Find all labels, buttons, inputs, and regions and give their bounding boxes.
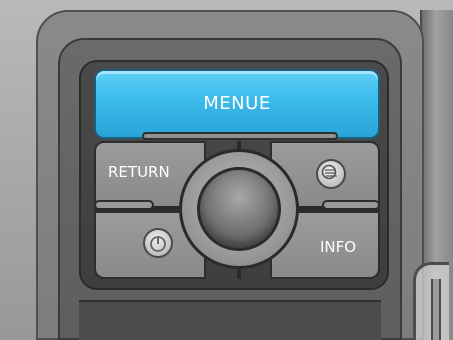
side-clip-bar	[431, 279, 441, 340]
power-icon[interactable]	[143, 228, 173, 258]
info-label: INFO	[320, 238, 357, 256]
right-rail	[322, 200, 380, 210]
display-underbar	[142, 132, 338, 140]
power-icon-svg	[150, 236, 166, 252]
rotary-knob[interactable]	[197, 167, 281, 251]
display-title: MENUE	[203, 93, 271, 114]
radio-control-scene: MENUE RETURN INFO	[0, 0, 453, 340]
menu-list-icon-svg	[321, 164, 337, 180]
menu-display[interactable]: MENUE	[94, 69, 380, 139]
menu-list-icon[interactable]	[316, 159, 346, 189]
lower-slot	[79, 300, 381, 340]
left-rail	[94, 200, 154, 210]
return-label: RETURN	[108, 163, 170, 181]
